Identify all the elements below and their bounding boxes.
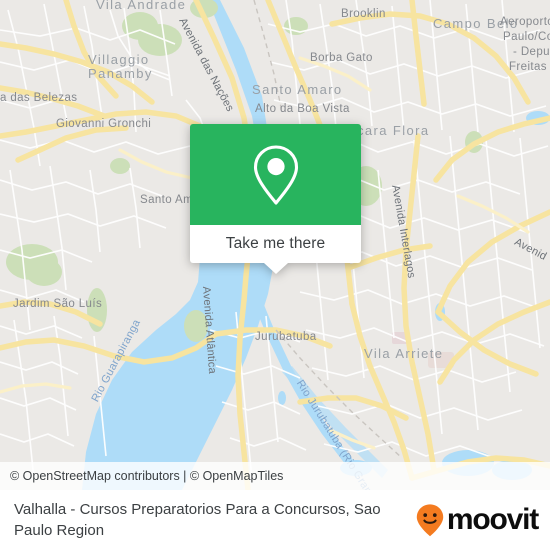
callout-tail: [263, 263, 288, 274]
callout-action-area[interactable]: Take me there: [190, 225, 361, 274]
moovit-logo[interactable]: moovit: [415, 503, 539, 537]
moovit-pin-icon: [416, 504, 444, 537]
place-title: Valhalla - Cursos Preparatorios Para a C…: [14, 501, 381, 539]
take-me-there-label: Take me there: [225, 235, 326, 252]
attribution-text: © OpenStreetMap contributors | © OpenMap…: [10, 469, 284, 483]
callout-icon-area: [190, 124, 361, 225]
map-attribution-bar: © OpenStreetMap contributors | © OpenMap…: [0, 462, 550, 490]
place-callout-card[interactable]: Take me there: [190, 124, 361, 274]
map-canvas[interactable]: Vila Andrade Villaggio Panamby la das Be…: [0, 0, 550, 490]
moovit-wordmark: moovit: [446, 503, 539, 536]
map-pin-icon: [253, 144, 298, 205]
moovit-map-screen: Vila Andrade Villaggio Panamby la das Be…: [0, 0, 550, 550]
footer-bar: Valhalla - Cursos Preparatorios Para a C…: [0, 490, 550, 550]
